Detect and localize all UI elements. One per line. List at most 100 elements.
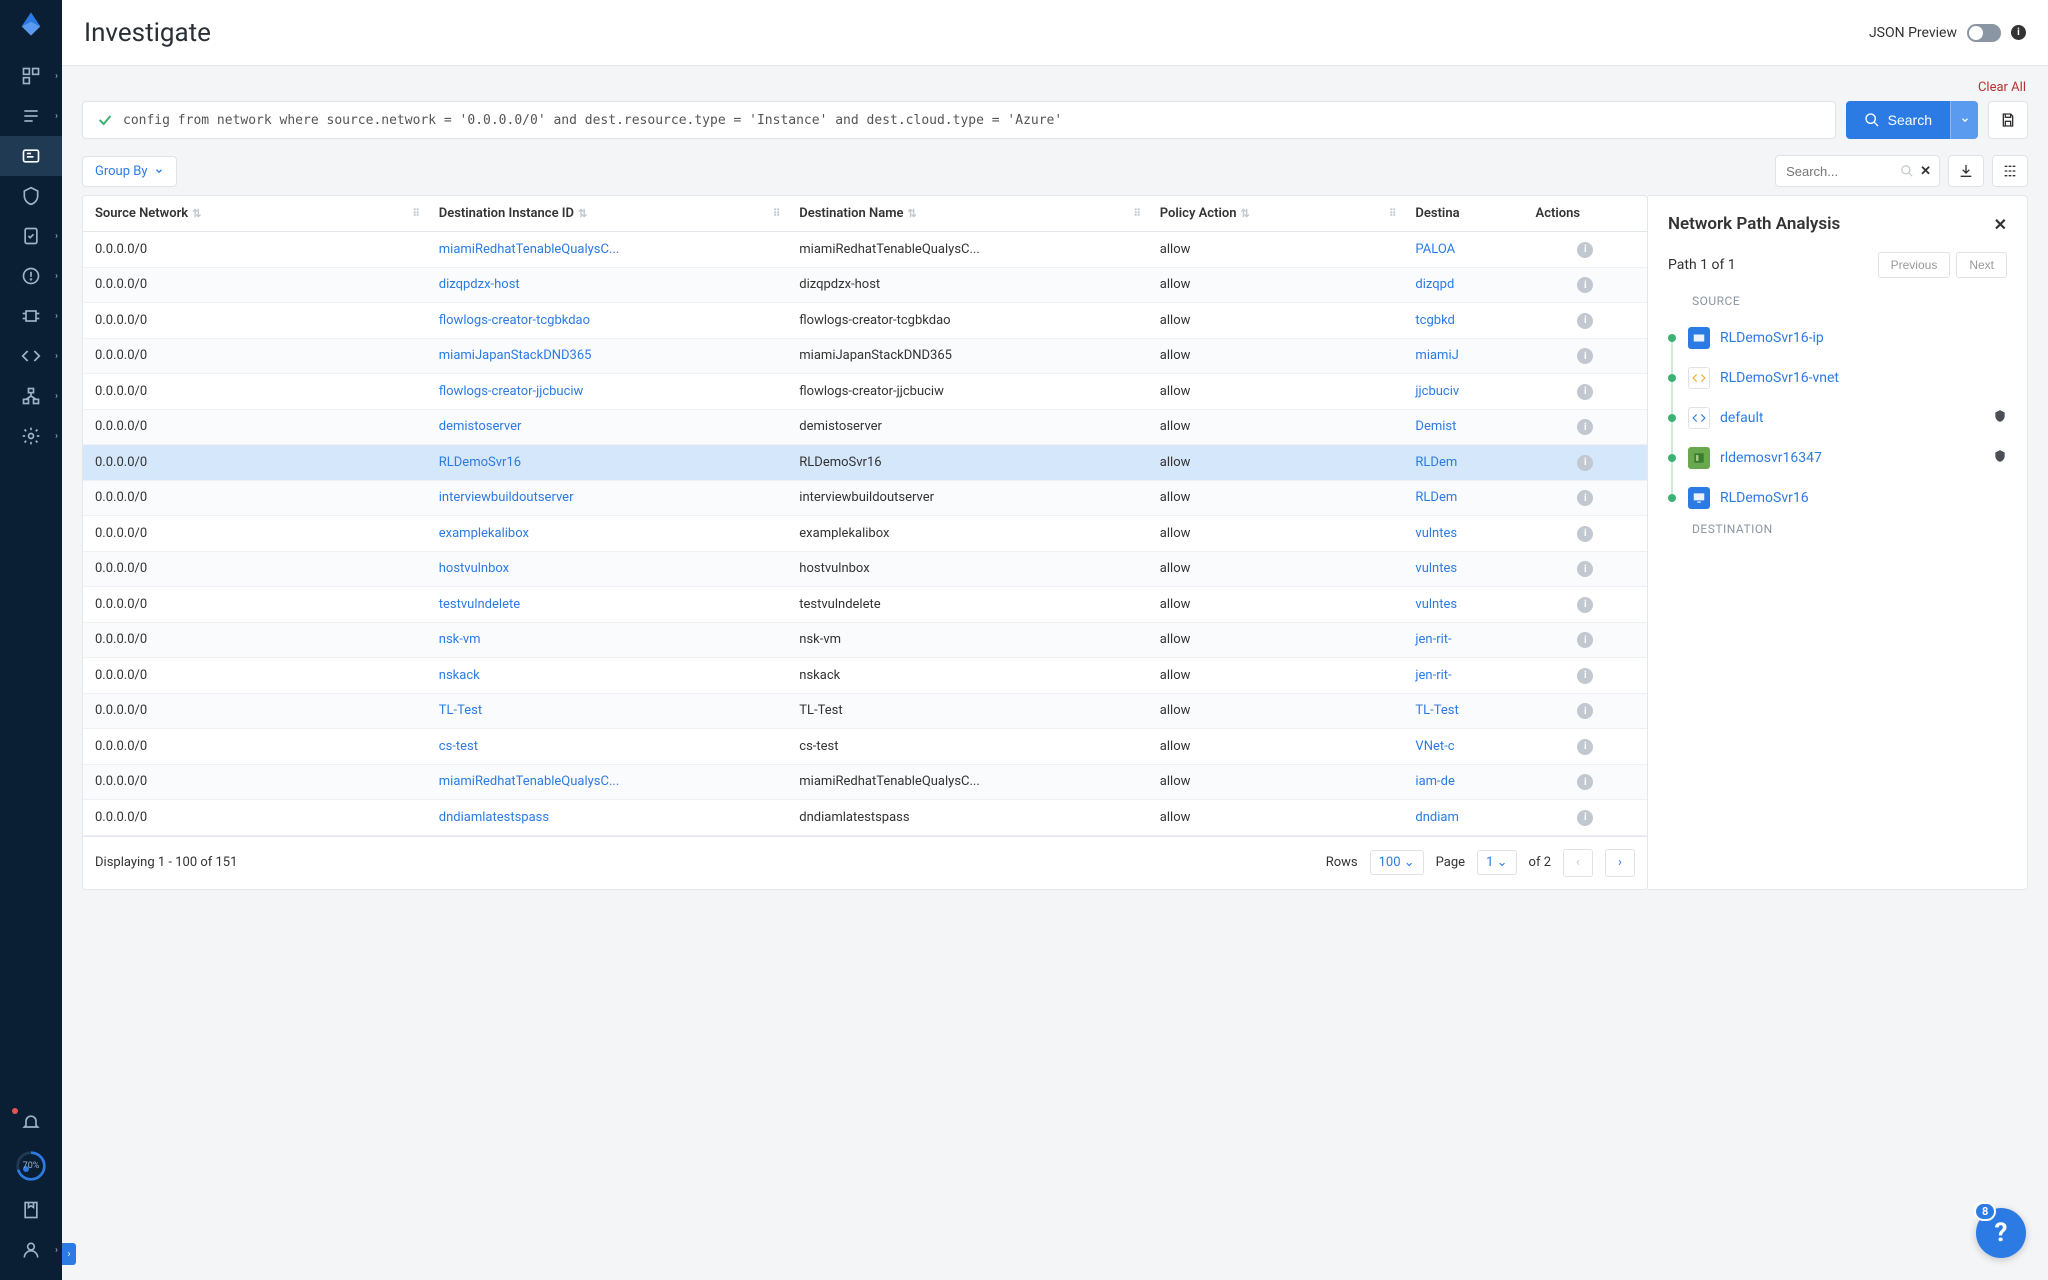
next-page-button[interactable]: › [1605, 849, 1635, 877]
row-actions-button[interactable]: i [1577, 561, 1593, 577]
dest-resource-link[interactable]: vulntes [1415, 561, 1457, 576]
next-path-button[interactable]: Next [1956, 252, 2007, 278]
dest-resource-link[interactable]: dndiam [1415, 810, 1458, 825]
table-row[interactable]: 0.0.0.0/0miamiRedhatTenableQualysC...mia… [83, 764, 1647, 800]
prev-page-button[interactable]: ‹ [1563, 849, 1593, 877]
row-actions-button[interactable]: i [1577, 490, 1593, 506]
table-row[interactable]: 0.0.0.0/0nskacknskackallowjen-rit-i [83, 658, 1647, 694]
adoption-progress[interactable]: 70% [15, 1150, 47, 1182]
dest-resource-link[interactable]: jen-rit- [1415, 668, 1451, 683]
row-actions-button[interactable]: i [1577, 348, 1593, 364]
col-dest-name[interactable]: Destination Name⇅⠿ [787, 196, 1148, 232]
dest-instance-link[interactable]: TL-Test [439, 703, 482, 718]
dest-resource-link[interactable]: PALOA [1415, 242, 1455, 257]
dest-instance-link[interactable]: miamiRedhatTenableQualysC... [439, 774, 620, 789]
table-row[interactable]: 0.0.0.0/0dndiamlatestspassdndiamlatestsp… [83, 800, 1647, 836]
row-actions-button[interactable]: i [1577, 774, 1593, 790]
nav-dashboard[interactable]: › [0, 56, 62, 96]
table-row[interactable]: 0.0.0.0/0flowlogs-creator-tcgbkdaoflowlo… [83, 303, 1647, 339]
expand-nav-button[interactable]: › [62, 1243, 76, 1265]
col-dest-instance-id[interactable]: Destination Instance ID⇅⠿ [427, 196, 788, 232]
row-actions-button[interactable]: i [1577, 668, 1593, 684]
row-actions-button[interactable]: i [1577, 455, 1593, 471]
dest-resource-link[interactable]: iam-de [1415, 774, 1454, 789]
dest-instance-link[interactable]: nsk-vm [439, 632, 481, 647]
table-row[interactable]: 0.0.0.0/0demistoserverdemistoserverallow… [83, 409, 1647, 445]
row-actions-button[interactable]: i [1577, 313, 1593, 329]
dest-instance-link[interactable]: hostvulnbox [439, 561, 509, 576]
nav-settings[interactable]: › [0, 416, 62, 456]
download-button[interactable] [1948, 155, 1984, 187]
hop-link[interactable]: default [1720, 410, 1764, 426]
search-button[interactable]: Search [1846, 101, 1950, 139]
search-dropdown-button[interactable] [1950, 101, 1978, 139]
table-row[interactable]: 0.0.0.0/0nsk-vmnsk-vmallowjen-rit-i [83, 622, 1647, 658]
columns-button[interactable] [1992, 155, 2028, 187]
nav-bookmarks[interactable] [0, 1190, 62, 1230]
group-by-dropdown[interactable]: Group By [82, 156, 177, 187]
table-row[interactable]: 0.0.0.0/0RLDemoSvr16RLDemoSvr16allowRLDe… [83, 445, 1647, 481]
row-actions-button[interactable]: i [1577, 703, 1593, 719]
dest-instance-link[interactable]: dizqpdzx-host [439, 277, 520, 292]
hop-link[interactable]: RLDemoSvr16-ip [1720, 330, 1824, 346]
nav-network[interactable]: › [0, 376, 62, 416]
json-preview-info-icon[interactable]: i [2011, 25, 2026, 40]
table-row[interactable]: 0.0.0.0/0testvulndeletetestvulndeleteall… [83, 587, 1647, 623]
clear-search-icon[interactable]: ✕ [1920, 164, 1931, 179]
dest-instance-link[interactable]: testvulndelete [439, 597, 520, 612]
page-select[interactable]: 1 ⌄ [1477, 850, 1516, 875]
nav-code[interactable]: › [0, 336, 62, 376]
nav-investigate[interactable] [0, 136, 62, 176]
table-row[interactable]: 0.0.0.0/0interviewbuildoutserverintervie… [83, 480, 1647, 516]
dest-instance-link[interactable]: interviewbuildoutserver [439, 490, 574, 505]
table-row[interactable]: 0.0.0.0/0TL-TestTL-TestallowTL-Testi [83, 693, 1647, 729]
json-preview-toggle[interactable] [1967, 24, 2001, 42]
dest-resource-link[interactable]: RLDem [1415, 455, 1457, 470]
dest-resource-link[interactable]: VNet-c [1415, 739, 1454, 754]
dest-instance-link[interactable]: flowlogs-creator-tcgbkdao [439, 313, 590, 328]
dest-resource-link[interactable]: TL-Test [1415, 703, 1458, 718]
dest-resource-link[interactable]: Demist [1415, 419, 1456, 434]
nav-profile[interactable]: › [0, 1230, 62, 1270]
col-source-network[interactable]: Source Network⇅⠿ [83, 196, 427, 232]
dest-instance-link[interactable]: RLDemoSvr16 [439, 455, 521, 470]
table-search[interactable]: ✕ [1775, 155, 1940, 187]
hop-link[interactable]: RLDemoSvr16-vnet [1720, 370, 1839, 386]
nav-notifications[interactable] [0, 1102, 62, 1142]
row-actions-button[interactable]: i [1577, 419, 1593, 435]
rows-per-page-select[interactable]: 100 ⌄ [1370, 850, 1424, 875]
col-dest-resource[interactable]: Destina [1403, 196, 1523, 232]
prev-path-button[interactable]: Previous [1878, 252, 1951, 278]
row-actions-button[interactable]: i [1577, 526, 1593, 542]
nav-compliance[interactable]: › [0, 216, 62, 256]
table-row[interactable]: 0.0.0.0/0dizqpdzx-hostdizqpdzx-hostallow… [83, 267, 1647, 303]
query-input[interactable]: config from network where source.network… [82, 101, 1836, 139]
row-actions-button[interactable]: i [1577, 632, 1593, 648]
dest-resource-link[interactable]: vulntes [1415, 597, 1457, 612]
nav-alerts[interactable]: › [0, 256, 62, 296]
close-panel-button[interactable]: ✕ [1994, 215, 2007, 234]
dest-resource-link[interactable]: miamiJ [1415, 348, 1458, 363]
help-button[interactable]: 8 ? [1976, 1208, 2026, 1258]
nav-inventory[interactable]: › [0, 96, 62, 136]
col-policy-action[interactable]: Policy Action⇅⠿ [1148, 196, 1404, 232]
nav-policies[interactable] [0, 176, 62, 216]
table-row[interactable]: 0.0.0.0/0miamiJapanStackDND365miamiJapan… [83, 338, 1647, 374]
clear-all-link[interactable]: Clear All [1978, 80, 2026, 95]
dest-instance-link[interactable]: cs-test [439, 739, 478, 754]
table-row[interactable]: 0.0.0.0/0hostvulnboxhostvulnboxallowvuln… [83, 551, 1647, 587]
dest-instance-link[interactable]: dndiamlatestspass [439, 810, 549, 825]
dest-instance-link[interactable]: miamiJapanStackDND365 [439, 348, 592, 363]
dest-resource-link[interactable]: jjcbuciv [1415, 384, 1459, 399]
nav-compute[interactable]: › [0, 296, 62, 336]
dest-instance-link[interactable]: nskack [439, 668, 480, 683]
dest-resource-link[interactable]: dizqpd [1415, 277, 1454, 292]
hop-link[interactable]: RLDemoSvr16 [1720, 490, 1809, 506]
hop-link[interactable]: rldemosvr16347 [1720, 450, 1822, 466]
row-actions-button[interactable]: i [1577, 242, 1593, 258]
dest-instance-link[interactable]: examplekalibox [439, 526, 529, 541]
dest-instance-link[interactable]: miamiRedhatTenableQualysC... [439, 242, 620, 257]
row-actions-button[interactable]: i [1577, 597, 1593, 613]
row-actions-button[interactable]: i [1577, 810, 1593, 826]
table-row[interactable]: 0.0.0.0/0examplekaliboxexamplekaliboxall… [83, 516, 1647, 552]
